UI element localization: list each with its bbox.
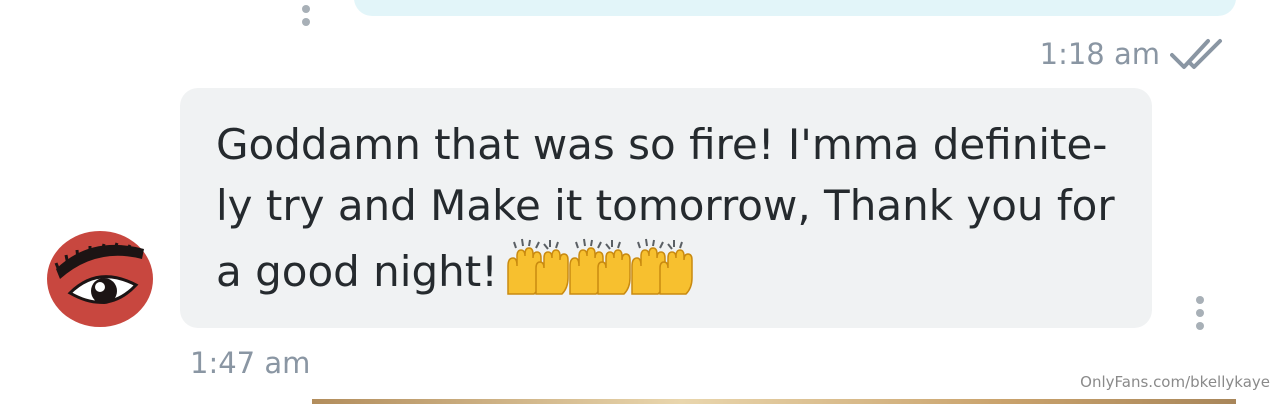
message-options-icon[interactable] <box>1195 296 1205 330</box>
message-line: ly try and Make it tomorrow, Thank you f… <box>216 181 1115 230</box>
raised-hands-emoji: 🙌🙌🙌 <box>506 236 694 296</box>
previous-message-time: 1:18 am <box>1039 37 1160 71</box>
next-media-preview[interactable] <box>312 399 1236 404</box>
double-check-icon <box>1170 39 1222 69</box>
previous-message-bubble[interactable] <box>354 0 1236 16</box>
eye-avatar-icon[interactable] <box>46 229 154 329</box>
watermark: OnlyFans.com/bkellykaye <box>1080 373 1270 391</box>
message-line: a good night!🙌🙌🙌 <box>216 236 1128 302</box>
previous-message-meta: 1:18 am <box>1040 34 1226 74</box>
previous-message-options-icon[interactable] <box>301 0 311 26</box>
message-time: 1:47 am <box>190 346 311 380</box>
message-text: Goddamn that was so fire! I'mma definite… <box>216 114 1128 302</box>
message-line: Goddamn that was so fire! I'mma definite… <box>216 120 1108 169</box>
received-message-bubble[interactable]: Goddamn that was so fire! I'mma definite… <box>180 88 1152 328</box>
